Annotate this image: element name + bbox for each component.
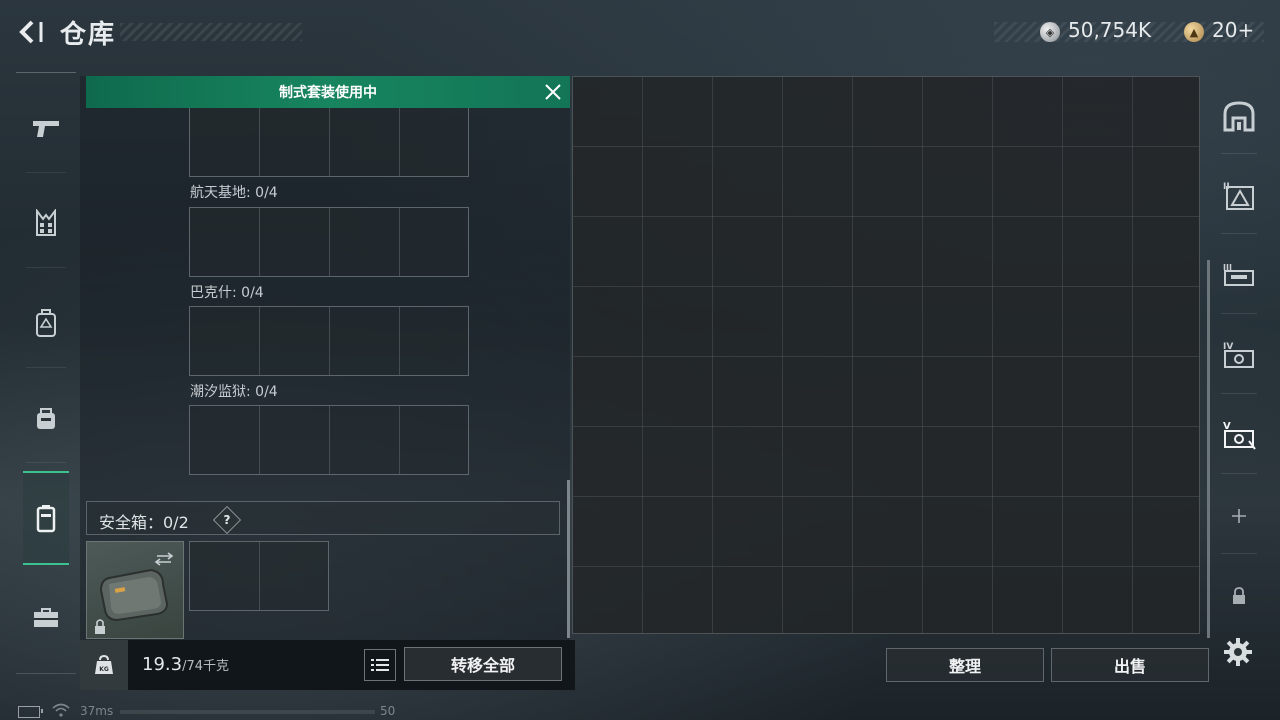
battery-icon	[18, 706, 43, 718]
warehouse-tab-locked[interactable]	[1215, 558, 1263, 634]
back-button[interactable]	[14, 16, 46, 48]
storage-scrollbar[interactable]	[1207, 260, 1210, 638]
weight-readout: 19.3/74千克	[142, 654, 229, 675]
ping-value: 37ms	[80, 704, 114, 718]
warehouse-iv-icon: IV	[1223, 342, 1254, 368]
slot-label-aerospace: 航天基地: 0/4	[190, 185, 278, 201]
silver-coin-icon: ◈	[1040, 22, 1060, 42]
category-container[interactable]	[23, 471, 69, 565]
warehouse-tab-add[interactable]	[1215, 478, 1263, 554]
warehouse-ii-icon: II	[1223, 182, 1254, 210]
list-icon	[371, 659, 389, 671]
weight-icon: KG	[80, 640, 128, 690]
transfer-all-button[interactable]: 转移全部	[404, 647, 562, 681]
weight-icon-text: KG	[99, 666, 109, 673]
warehouse-iii-icon: III	[1223, 263, 1254, 286]
category-sidebar	[16, 72, 76, 674]
wifi-icon	[52, 703, 70, 717]
category-armor[interactable]	[16, 178, 76, 268]
gold-coin-icon: ▲	[1184, 22, 1204, 42]
slot-label-tide-prison: 潮汐监狱: 0/4	[190, 384, 278, 400]
status-bar: 37ms 50	[0, 700, 420, 720]
category-toolbox[interactable]	[16, 573, 76, 663]
warehouse-home-icon	[1223, 101, 1255, 132]
vest-icon	[36, 209, 56, 236]
weight-bar: KG 19.3/74千克 转移全部	[80, 640, 575, 690]
backpack-icon	[36, 309, 56, 337]
slot-grid-bakhsh[interactable]	[189, 306, 469, 376]
warehouse-tabs: II III IV V	[1215, 78, 1263, 638]
list-view-button[interactable]	[364, 649, 396, 681]
warehouse-tab-3[interactable]: III	[1215, 238, 1263, 314]
storage-grid[interactable]	[572, 76, 1200, 634]
safe-box-empty-slots[interactable]	[189, 541, 329, 611]
locked-warehouse-icon	[1233, 587, 1245, 604]
fps-value: 50	[380, 704, 396, 718]
warehouse-tab-2[interactable]: II	[1215, 158, 1263, 234]
secure-case-icon	[95, 552, 174, 634]
help-mark: ?	[223, 513, 231, 527]
category-helmet[interactable]	[16, 373, 76, 463]
banner-text: 制式套装使用中	[279, 85, 377, 101]
slot-label-bakhsh: 巴克什: 0/4	[190, 285, 264, 301]
toolbox-icon	[34, 608, 58, 627]
sort-button[interactable]: 整理	[886, 648, 1044, 682]
warehouse-tab-5[interactable]: V	[1215, 398, 1263, 474]
case-icon	[36, 505, 56, 533]
pistol-icon	[33, 121, 59, 137]
back-arrow-icon	[19, 20, 43, 44]
warehouse-v-icon: V	[1223, 421, 1256, 450]
slot-grid-top[interactable]	[189, 107, 469, 177]
add-warehouse-icon	[1232, 509, 1246, 523]
kettlebell-icon: KG	[95, 654, 113, 674]
page-title: 仓库	[60, 20, 117, 50]
title-decoration	[120, 23, 302, 41]
warehouse-tab-home[interactable]	[1215, 78, 1263, 154]
weight-max-value: /74千克	[182, 659, 230, 674]
safe-box-label: 安全箱：0/2	[99, 513, 189, 532]
category-weapons[interactable]	[16, 83, 76, 173]
close-icon[interactable]	[544, 83, 562, 101]
status-track	[120, 710, 375, 714]
weight-current-value: 19.3	[142, 654, 183, 675]
sell-button[interactable]: 出售	[1051, 648, 1209, 682]
warehouse-tab-4[interactable]: IV	[1215, 318, 1263, 394]
help-icon[interactable]: ?	[212, 505, 242, 535]
safe-box-header: 安全箱：0/2 ?	[86, 501, 560, 535]
category-backpack[interactable]	[16, 278, 76, 368]
inventory-scrollbar[interactable]	[567, 480, 570, 638]
currency-silver-value: 50,754K	[1068, 18, 1152, 42]
helmet-icon	[37, 408, 55, 429]
safe-case-item[interactable]	[86, 541, 184, 639]
slot-grid-aerospace[interactable]	[189, 207, 469, 277]
currency-gold-value[interactable]: 20+	[1212, 18, 1254, 42]
loadout-banner: 制式套装使用中	[86, 76, 570, 108]
slot-grid-tide-prison[interactable]	[189, 405, 469, 475]
settings-gear-icon[interactable]	[1222, 636, 1254, 668]
